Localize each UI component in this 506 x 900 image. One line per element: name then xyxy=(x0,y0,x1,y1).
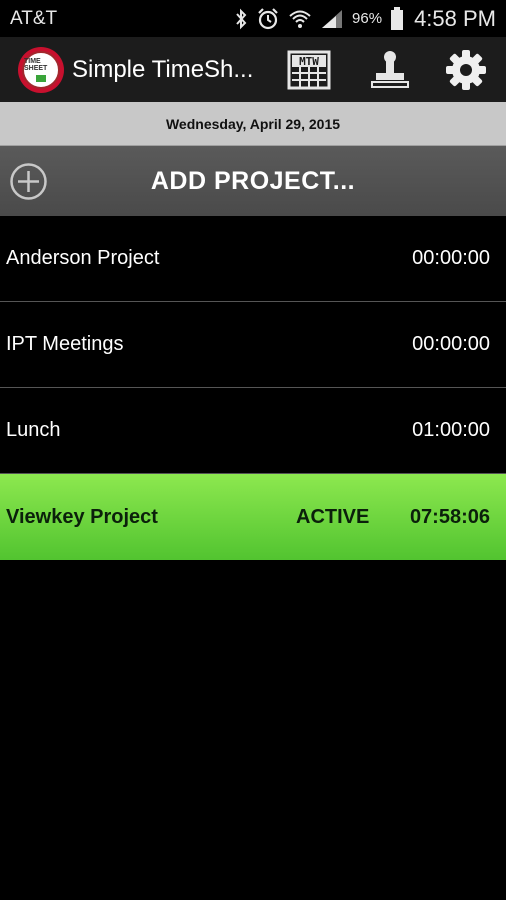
project-list: Anderson Project 00:00:00 IPT Meetings 0… xyxy=(0,216,506,560)
project-time: 07:58:06 xyxy=(409,505,490,528)
current-date: Wednesday, April 29, 2015 xyxy=(165,115,341,132)
alarm-icon xyxy=(256,7,280,31)
app-title: Simple TimeSh... xyxy=(72,55,254,83)
bluetooth-icon xyxy=(234,8,248,30)
project-time: 01:00:00 xyxy=(412,419,490,441)
project-name: Lunch xyxy=(6,419,61,441)
plus-circle-icon xyxy=(10,163,47,200)
week-view-icon: MTW xyxy=(287,50,331,90)
signal-icon xyxy=(320,8,344,30)
add-project-button[interactable]: ADD PROJECT... xyxy=(0,146,506,216)
app-logo-icon[interactable]: TIME SHEET xyxy=(18,46,64,93)
date-bar[interactable]: Wednesday, April 29, 2015 xyxy=(0,102,506,146)
carrier-label: AT&T xyxy=(10,7,58,29)
status-time: 4:58 PM xyxy=(414,5,496,31)
project-name: Anderson Project xyxy=(6,247,160,269)
stamp-icon xyxy=(371,51,409,88)
action-bar: TIME SHEET Simple TimeSh... MTW xyxy=(0,37,506,102)
project-time: 00:00:00 xyxy=(412,247,490,269)
project-row[interactable]: Anderson Project 00:00:00 xyxy=(0,216,506,302)
project-row[interactable]: IPT Meetings 00:00:00 xyxy=(0,302,506,388)
project-time: 00:00:00 xyxy=(412,333,490,355)
project-row-active[interactable]: Viewkey Project ACTIVE 07:58:06 xyxy=(0,474,506,560)
battery-icon xyxy=(390,6,404,31)
project-row[interactable]: Lunch 01:00:00 xyxy=(0,388,506,474)
battery-percent: 96% xyxy=(352,10,383,27)
status-icons: 96% 4:58 PM xyxy=(234,6,496,32)
project-name: IPT Meetings xyxy=(6,333,124,355)
gear-icon xyxy=(446,50,486,90)
logo-text: TIME SHEET xyxy=(24,57,48,72)
add-project-label: ADD PROJECT... xyxy=(150,166,356,195)
project-name: Viewkey Project xyxy=(6,505,158,528)
project-status-badge: ACTIVE xyxy=(296,505,370,528)
stamp-button[interactable] xyxy=(367,47,413,93)
wifi-icon xyxy=(288,8,312,30)
week-view-button[interactable]: MTW xyxy=(286,47,332,93)
svg-text:MTW: MTW xyxy=(299,55,319,68)
settings-button[interactable] xyxy=(443,47,489,93)
status-bar: AT&T 96% 4:58 PM xyxy=(0,0,506,37)
